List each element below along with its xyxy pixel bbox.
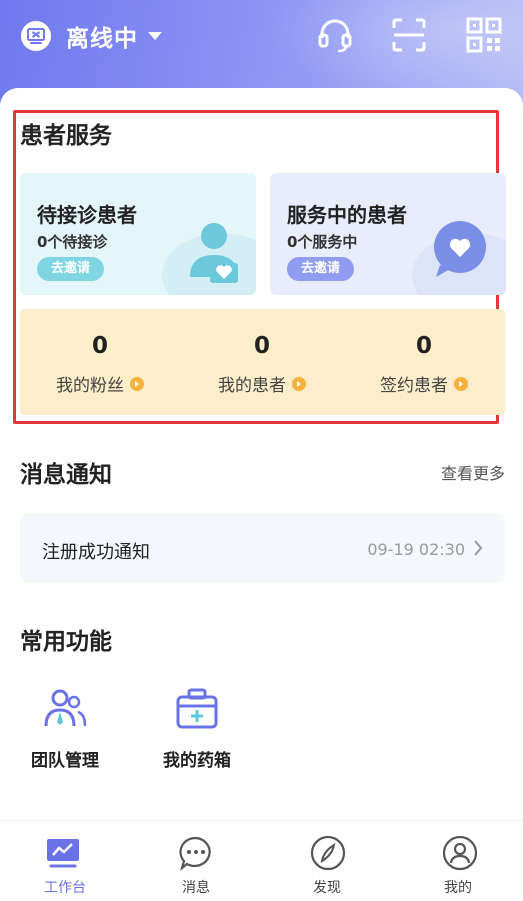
stat-patients[interactable]: 0 我的患者: [182, 309, 342, 415]
tab-workbench[interactable]: 工作台: [0, 821, 130, 901]
tab-label: 发现: [313, 880, 341, 896]
medicine-box-button[interactable]: 我的药箱: [152, 686, 242, 771]
stat-value: 0: [91, 333, 108, 359]
serving-patients-count: 0个服务中: [287, 233, 358, 251]
tab-messages[interactable]: 消息: [131, 821, 261, 901]
chevron-down-icon: [148, 32, 162, 40]
stat-value: 0: [415, 333, 432, 359]
status-text: 离线中: [66, 26, 138, 52]
waiting-patients-count: 0个待接诊: [37, 233, 108, 251]
medicine-box-icon: [176, 688, 218, 729]
chat-icon: [179, 836, 211, 871]
stat-label: 我的粉丝: [56, 376, 124, 396]
waiting-patients-card[interactable]: 待接诊患者 0个待接诊 去邀请: [20, 173, 256, 295]
chat-heart-icon: [412, 221, 506, 295]
stat-label: 签约患者: [380, 376, 448, 396]
patient-illustration-icon: [162, 223, 256, 295]
serving-patients-title: 服务中的患者: [287, 203, 407, 227]
scan-icon[interactable]: [390, 16, 428, 54]
dashboard-icon: [47, 839, 79, 868]
serving-patients-card[interactable]: 服务中的患者 0个服务中 去邀请: [270, 173, 506, 295]
tab-mine[interactable]: 我的: [393, 821, 523, 901]
team-icon: [44, 689, 87, 727]
function-label: 团队管理: [31, 751, 99, 771]
common-functions-title: 常用功能: [20, 629, 112, 655]
online-status-selector[interactable]: 离线中: [20, 18, 162, 54]
stat-signed-patients[interactable]: 0 签约患者: [344, 309, 504, 415]
patient-service-title: 患者服务: [20, 123, 112, 149]
arrow-right-icon: [292, 376, 306, 391]
user-icon: [442, 835, 478, 871]
chevron-right-icon: [474, 540, 483, 556]
qr-code-icon[interactable]: [465, 16, 503, 54]
patient-stats-card: 0 我的粉丝 0 我的患者 0 签约患者: [20, 309, 505, 415]
invite-button[interactable]: 去邀请: [37, 257, 105, 281]
tab-label: 消息: [182, 880, 210, 896]
view-more-link[interactable]: 查看更多: [441, 460, 505, 484]
tab-label: 我的: [444, 880, 472, 896]
message-notice-title: 消息通知: [20, 462, 112, 488]
tab-discover[interactable]: 发现: [262, 821, 392, 901]
tab-label: 工作台: [44, 880, 86, 896]
waiting-patients-title: 待接诊患者: [37, 203, 137, 227]
notice-item[interactable]: 注册成功通知 09-19 02:30: [20, 514, 505, 582]
stat-value: 0: [253, 333, 270, 359]
function-label: 我的药箱: [163, 751, 231, 771]
arrow-right-icon: [130, 376, 144, 391]
bottom-tab-bar: 工作台 消息 发现 我的: [0, 820, 523, 901]
arrow-right-icon: [454, 376, 468, 391]
headset-icon[interactable]: [316, 16, 354, 54]
stat-label: 我的患者: [218, 376, 286, 396]
monitor-icon: [21, 21, 51, 51]
stat-fans[interactable]: 0 我的粉丝: [20, 309, 180, 415]
compass-icon: [310, 835, 346, 871]
invite-button[interactable]: 去邀请: [287, 257, 355, 281]
notice-time: 09-19 02:30: [367, 540, 465, 559]
notice-text: 注册成功通知: [42, 542, 150, 563]
team-management-button[interactable]: 团队管理: [20, 686, 110, 771]
